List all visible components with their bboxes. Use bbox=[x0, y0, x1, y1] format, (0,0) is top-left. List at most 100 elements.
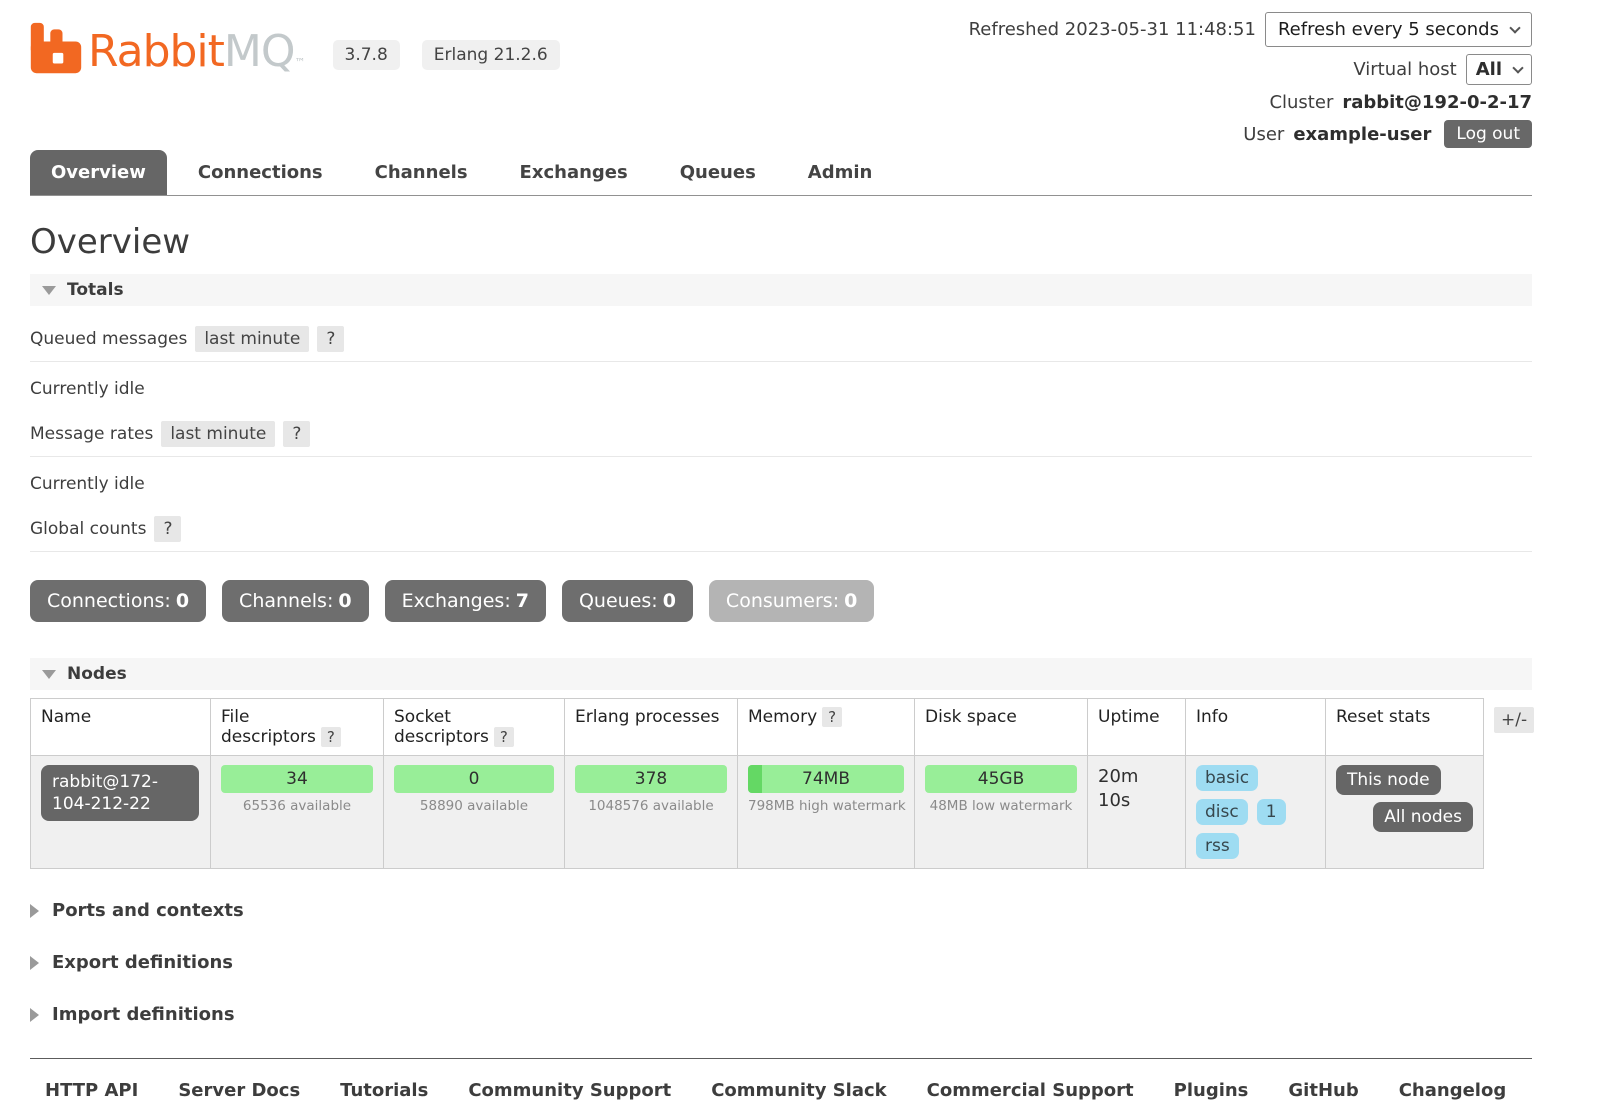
file-descriptors-bar: 34 bbox=[221, 765, 373, 793]
global-counts-label: Global counts bbox=[30, 519, 146, 539]
node-row: rabbit@172-104-212-22 34 65536 available… bbox=[31, 756, 1484, 869]
virtual-host-select[interactable]: All bbox=[1466, 54, 1532, 85]
footer-link-github[interactable]: GitHub bbox=[1288, 1080, 1358, 1101]
socket-descriptors-cell: 0 58890 available bbox=[384, 756, 565, 869]
column-toggle-button[interactable]: +/- bbox=[1494, 707, 1534, 733]
global-counters: Connections:0 Channels:0 Exchanges:7 Que… bbox=[30, 580, 1532, 622]
col-erlang-processes: Erlang processes bbox=[565, 699, 738, 756]
cluster-label: Cluster bbox=[1269, 92, 1333, 113]
message-rates-row: Message rates last minute ? bbox=[30, 401, 1532, 457]
file-descriptors-cell: 34 65536 available bbox=[211, 756, 384, 869]
totals-section-title: Totals bbox=[67, 280, 124, 300]
info-badge-disc: disc bbox=[1196, 799, 1248, 825]
exchanges-counter-badge: Exchanges:7 bbox=[385, 580, 546, 622]
refresh-interval-select[interactable]: Refresh every 5 seconds bbox=[1265, 12, 1532, 47]
col-file-descriptors: File descriptors? bbox=[211, 699, 384, 756]
col-info: Info bbox=[1186, 699, 1326, 756]
version-badge: 3.7.8 bbox=[333, 40, 400, 70]
node-name-link[interactable]: rabbit@172-104-212-22 bbox=[41, 765, 199, 821]
footer-link-community-support[interactable]: Community Support bbox=[468, 1080, 671, 1101]
consumers-counter-badge: Consumers:0 bbox=[709, 580, 874, 622]
tab-connections[interactable]: Connections bbox=[177, 150, 344, 195]
col-socket-descriptors: Socket descriptors? bbox=[384, 699, 565, 756]
tab-channels[interactable]: Channels bbox=[354, 150, 489, 195]
erlang-processes-bar: 378 bbox=[575, 765, 727, 793]
rabbit-logo-icon bbox=[30, 22, 82, 74]
user-label: User bbox=[1243, 124, 1284, 145]
node-name-cell: rabbit@172-104-212-22 bbox=[31, 756, 211, 869]
footer-link-tutorials[interactable]: Tutorials bbox=[340, 1080, 428, 1101]
col-memory: Memory? bbox=[738, 699, 915, 756]
col-name: Name bbox=[31, 699, 211, 756]
global-counts-help-icon[interactable]: ? bbox=[154, 516, 181, 542]
uptime-cell: 20m 10s bbox=[1088, 756, 1186, 869]
memory-help-icon[interactable]: ? bbox=[822, 707, 842, 727]
rates-idle-status: Currently idle bbox=[30, 474, 1532, 494]
global-counts-row: Global counts ? bbox=[30, 496, 1532, 552]
user-name: example-user bbox=[1293, 124, 1431, 145]
erlang-version-badge: Erlang 21.2.6 bbox=[422, 40, 560, 70]
queued-messages-row: Queued messages last minute ? bbox=[30, 306, 1532, 362]
rates-help-icon[interactable]: ? bbox=[283, 421, 310, 447]
reset-stats-cell: This node All nodes bbox=[1326, 756, 1484, 869]
nodes-section-header[interactable]: Nodes bbox=[30, 658, 1532, 690]
reset-this-node-button[interactable]: This node bbox=[1336, 765, 1441, 795]
nodes-table: Name File descriptors? Socket descriptor… bbox=[30, 698, 1484, 869]
nodes-table-header-row: Name File descriptors? Socket descriptor… bbox=[31, 699, 1484, 756]
footer-link-community-slack[interactable]: Community Slack bbox=[711, 1080, 886, 1101]
col-disk-space: Disk space bbox=[915, 699, 1088, 756]
queued-help-icon[interactable]: ? bbox=[317, 326, 344, 352]
triangle-right-icon bbox=[30, 1008, 39, 1022]
triangle-down-icon bbox=[42, 286, 56, 295]
queued-range-selector[interactable]: last minute bbox=[195, 326, 309, 352]
rabbitmq-logo[interactable]: RabbitMQ™ 3.7.8 Erlang 21.2.6 bbox=[30, 22, 560, 74]
refreshed-timestamp: Refreshed 2023-05-31 11:48:51 bbox=[969, 19, 1256, 40]
tab-overview[interactable]: Overview bbox=[30, 150, 167, 195]
info-badge-rss: rss bbox=[1196, 833, 1239, 859]
chevron-down-icon bbox=[1512, 62, 1523, 73]
export-definitions-section[interactable]: Export definitions bbox=[30, 952, 1532, 973]
erlang-processes-cell: 378 1048576 available bbox=[565, 756, 738, 869]
cluster-name: rabbit@192-0-2-17 bbox=[1342, 92, 1532, 113]
main-nav-tabs: Overview Connections Channels Exchanges … bbox=[30, 150, 1532, 196]
ports-and-contexts-section[interactable]: Ports and contexts bbox=[30, 900, 1532, 921]
memory-used-segment bbox=[748, 765, 762, 793]
footer-links: HTTP API Server Docs Tutorials Community… bbox=[30, 1058, 1532, 1101]
tab-exchanges[interactable]: Exchanges bbox=[499, 150, 649, 195]
info-badge-basic: basic bbox=[1196, 765, 1258, 791]
footer-link-plugins[interactable]: Plugins bbox=[1174, 1080, 1249, 1101]
socket-descriptors-bar: 0 bbox=[394, 765, 554, 793]
tab-admin[interactable]: Admin bbox=[787, 150, 894, 195]
message-rates-label: Message rates bbox=[30, 424, 153, 444]
disk-space-cell: 45GB 48MB low watermark bbox=[915, 756, 1088, 869]
tab-queues[interactable]: Queues bbox=[659, 150, 777, 195]
virtual-host-label: Virtual host bbox=[1353, 59, 1456, 80]
triangle-down-icon bbox=[42, 670, 56, 679]
queued-messages-label: Queued messages bbox=[30, 329, 187, 349]
logo-wordmark: RabbitMQ™ bbox=[88, 30, 305, 74]
disk-space-bar: 45GB bbox=[925, 765, 1077, 793]
queues-counter-badge: Queues:0 bbox=[562, 580, 693, 622]
triangle-right-icon bbox=[30, 956, 39, 970]
footer-link-commercial-support[interactable]: Commercial Support bbox=[927, 1080, 1134, 1101]
footer-link-changelog[interactable]: Changelog bbox=[1399, 1080, 1507, 1101]
reset-all-nodes-button[interactable]: All nodes bbox=[1373, 802, 1473, 832]
nodes-section-title: Nodes bbox=[67, 664, 127, 684]
info-badge-1: 1 bbox=[1257, 799, 1286, 825]
footer-link-http-api[interactable]: HTTP API bbox=[45, 1080, 138, 1101]
rates-range-selector[interactable]: last minute bbox=[161, 421, 275, 447]
connections-counter-badge: Connections:0 bbox=[30, 580, 206, 622]
totals-section-header[interactable]: Totals bbox=[30, 274, 1532, 306]
memory-bar: 74MB bbox=[748, 765, 904, 793]
logout-button[interactable]: Log out bbox=[1444, 120, 1532, 148]
chevron-down-icon bbox=[1509, 22, 1520, 33]
footer-link-server-docs[interactable]: Server Docs bbox=[178, 1080, 300, 1101]
import-definitions-section[interactable]: Import definitions bbox=[30, 1004, 1532, 1025]
triangle-right-icon bbox=[30, 904, 39, 918]
queued-idle-status: Currently idle bbox=[30, 379, 1532, 399]
sd-help-icon[interactable]: ? bbox=[494, 727, 514, 747]
memory-cell: 74MB 798MB high watermark bbox=[738, 756, 915, 869]
header: RabbitMQ™ 3.7.8 Erlang 21.2.6 Refreshed … bbox=[0, 0, 1600, 150]
channels-counter-badge: Channels:0 bbox=[222, 580, 369, 622]
fd-help-icon[interactable]: ? bbox=[321, 727, 341, 747]
